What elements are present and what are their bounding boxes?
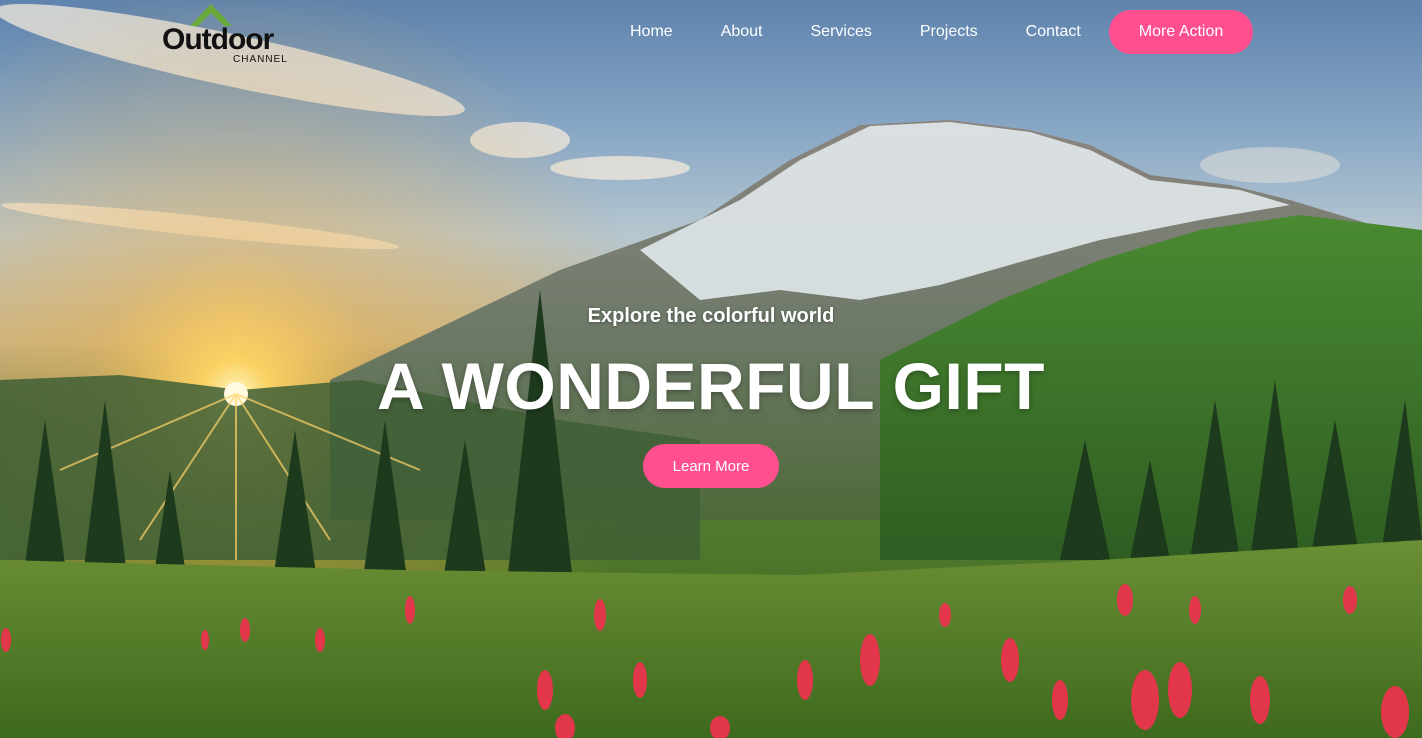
nav-about[interactable]: About: [697, 8, 787, 56]
nav-projects[interactable]: Projects: [896, 8, 1002, 56]
hero-content: Explore the colorful world A WONDERFUL G…: [0, 300, 1422, 488]
learn-more-button[interactable]: Learn More: [642, 444, 780, 488]
brand-logo[interactable]: Outdoor CHANNEL: [162, 2, 302, 66]
brand-name: Outdoor: [162, 23, 274, 56]
brand-tagline: CHANNEL: [233, 54, 288, 65]
nav-services[interactable]: Services: [787, 8, 896, 56]
hero-eyebrow: Explore the colorful world: [587, 305, 835, 327]
more-action-button[interactable]: More Action: [1108, 10, 1254, 54]
nav-contact[interactable]: Contact: [1002, 8, 1105, 56]
hero-headline: A WONDERFUL GIFT: [377, 349, 1045, 423]
nav-home[interactable]: Home: [606, 8, 697, 56]
hero-section: Outdoor CHANNEL Home About Services Proj…: [0, 0, 1422, 738]
main-nav: Home About Services Projects Contact Mor…: [606, 8, 1254, 56]
site-header: Outdoor CHANNEL Home About Services Proj…: [0, 0, 1422, 66]
